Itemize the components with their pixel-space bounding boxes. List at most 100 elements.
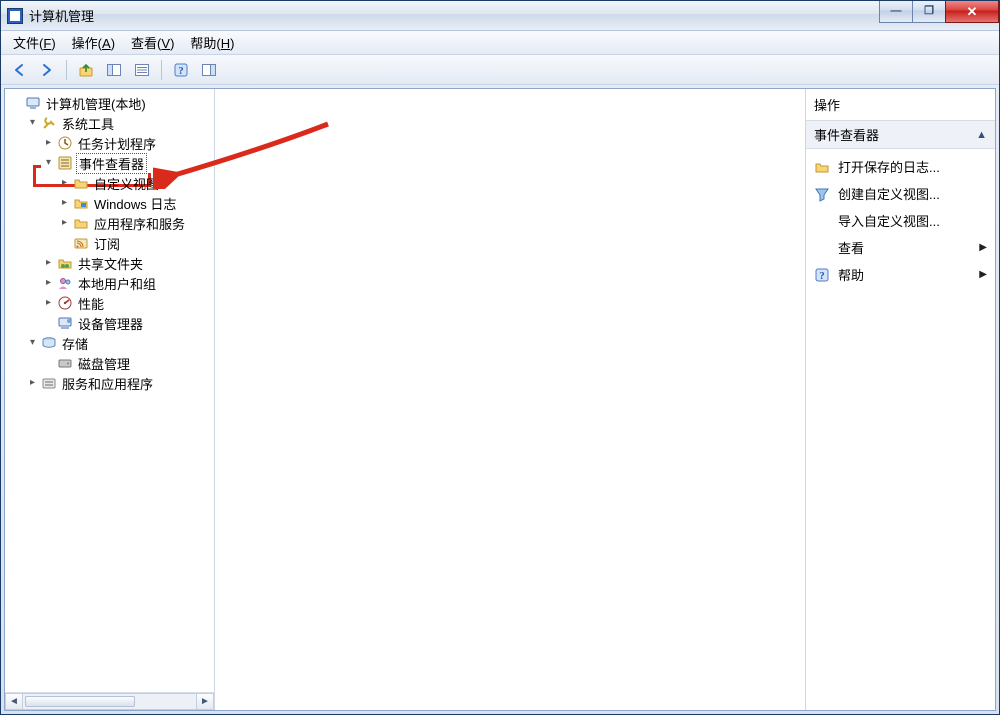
minimize-icon: — bbox=[891, 6, 902, 17]
titlebar[interactable]: 计算机管理 — ❐ ✕ bbox=[1, 1, 999, 31]
subscription-icon bbox=[73, 235, 89, 251]
menubar: 文件(F) 操作(A) 查看(V) 帮助(H) bbox=[1, 31, 999, 55]
window-controls: — ❐ ✕ bbox=[880, 1, 999, 23]
actions-section-header[interactable]: 事件查看器 ▲ bbox=[806, 121, 995, 149]
blank-icon bbox=[814, 240, 830, 256]
scroll-track[interactable] bbox=[23, 693, 196, 710]
tree-device-manager[interactable]: ▶ 设备管理器 bbox=[41, 313, 214, 333]
properties-button[interactable] bbox=[130, 58, 154, 82]
scroll-thumb[interactable] bbox=[25, 696, 135, 707]
tree-root[interactable]: ▶ 计算机管理(本地) bbox=[9, 93, 214, 113]
tree-system-tools[interactable]: ▾ 系统工具 bbox=[25, 113, 214, 133]
actions-pane: 操作 事件查看器 ▲ 打开保存的日志... 创建自定义视图... 导入自定义视图… bbox=[805, 89, 995, 710]
tree-app-service-logs[interactable]: ▸ 应用程序和服务 bbox=[57, 213, 214, 233]
help-icon: ? bbox=[173, 62, 189, 78]
close-button[interactable]: ✕ bbox=[945, 1, 999, 23]
scroll-right-button[interactable]: ► bbox=[196, 693, 214, 710]
tree-pane: ▶ 计算机管理(本地) ▾ bbox=[5, 89, 215, 710]
folder-icon bbox=[73, 215, 89, 231]
tree-storage[interactable]: ▾ 存储 bbox=[25, 333, 214, 353]
tree-disk-management[interactable]: ▶ 磁盘管理 bbox=[41, 353, 214, 373]
filter-icon bbox=[814, 186, 830, 202]
actions-section-label: 事件查看器 bbox=[814, 125, 879, 144]
window-title: 计算机管理 bbox=[29, 6, 94, 25]
svg-text:?: ? bbox=[819, 270, 825, 282]
tree-shared-folders[interactable]: ▸ 共享文件夹 bbox=[41, 253, 214, 273]
menu-action[interactable]: 操作(A) bbox=[66, 31, 121, 54]
panel-tree-icon bbox=[106, 62, 122, 78]
expander-icon[interactable]: ▾ bbox=[27, 337, 38, 348]
action-import-custom-view[interactable]: 导入自定义视图... bbox=[806, 207, 995, 234]
submenu-arrow-icon: ▶ bbox=[979, 269, 987, 280]
arrow-left-icon bbox=[11, 62, 27, 78]
expander-icon[interactable]: ▸ bbox=[59, 217, 70, 228]
expander-icon[interactable]: ▸ bbox=[43, 277, 54, 288]
arrow-right-icon bbox=[39, 62, 55, 78]
client-area: ▶ 计算机管理(本地) ▾ bbox=[4, 88, 996, 711]
expander-icon[interactable]: ▾ bbox=[43, 157, 54, 168]
event-viewer-icon bbox=[57, 155, 73, 171]
expander-icon[interactable]: ▸ bbox=[43, 257, 54, 268]
tree-task-scheduler[interactable]: ▸ 任务计划程序 bbox=[41, 133, 214, 153]
svg-text:?: ? bbox=[178, 65, 184, 77]
expander-icon[interactable]: ▸ bbox=[27, 377, 38, 388]
shared-folder-icon bbox=[57, 255, 73, 271]
action-view-submenu[interactable]: 查看 ▶ bbox=[806, 234, 995, 261]
app-window: 计算机管理 — ❐ ✕ 文件(F) 操作(A) 查看(V) 帮助(H) bbox=[0, 0, 1000, 715]
help-icon: ? bbox=[814, 267, 830, 283]
tree-horizontal-scrollbar[interactable]: ◄ ► bbox=[5, 692, 214, 710]
panel-list-icon bbox=[134, 62, 150, 78]
tree-event-viewer[interactable]: ▾ 事件查看器 bbox=[41, 153, 214, 173]
action-open-saved-log[interactable]: 打开保存的日志... bbox=[806, 153, 995, 180]
expander-icon[interactable]: ▸ bbox=[43, 297, 54, 308]
blank-icon bbox=[814, 213, 830, 229]
tree-subscriptions[interactable]: ▶ 订阅 bbox=[57, 233, 214, 253]
app-icon bbox=[7, 8, 23, 24]
up-level-button[interactable] bbox=[74, 58, 98, 82]
performance-icon bbox=[57, 295, 73, 311]
toolbar-separator bbox=[66, 60, 67, 80]
menu-help[interactable]: 帮助(H) bbox=[184, 31, 240, 54]
action-create-custom-view[interactable]: 创建自定义视图... bbox=[806, 180, 995, 207]
toolbar-separator bbox=[161, 60, 162, 80]
submenu-arrow-icon: ▶ bbox=[979, 242, 987, 253]
folder-icon bbox=[73, 175, 89, 191]
tree-windows-logs[interactable]: ▸ Windows 日志 bbox=[57, 193, 214, 213]
nav-forward-button[interactable] bbox=[35, 58, 59, 82]
open-folder-icon bbox=[814, 159, 830, 175]
nav-back-button[interactable] bbox=[7, 58, 31, 82]
tree-custom-views[interactable]: ▸ 自定义视图 bbox=[57, 173, 214, 193]
expander-icon[interactable]: ▸ bbox=[59, 177, 70, 188]
nav-tree[interactable]: ▶ 计算机管理(本地) ▾ bbox=[5, 89, 214, 692]
scroll-left-button[interactable]: ◄ bbox=[5, 693, 23, 710]
actions-pane-title: 操作 bbox=[806, 89, 995, 121]
tools-icon bbox=[41, 115, 57, 131]
windows-folder-icon bbox=[73, 195, 89, 211]
action-help[interactable]: ? 帮助 ▶ bbox=[806, 261, 995, 288]
show-actions-pane-button[interactable] bbox=[197, 58, 221, 82]
help-button[interactable]: ? bbox=[169, 58, 193, 82]
content-pane bbox=[215, 89, 805, 710]
tree-local-users[interactable]: ▸ 本地用户和组 bbox=[41, 273, 214, 293]
show-hide-tree-button[interactable] bbox=[102, 58, 126, 82]
tree-performance[interactable]: ▸ 性能 bbox=[41, 293, 214, 313]
folder-up-icon bbox=[78, 62, 94, 78]
maximize-button[interactable]: ❐ bbox=[912, 1, 946, 23]
clock-icon bbox=[57, 135, 73, 151]
toolbar: ? bbox=[1, 55, 999, 85]
menu-view[interactable]: 查看(V) bbox=[125, 31, 180, 54]
services-icon bbox=[41, 375, 57, 391]
computer-icon bbox=[25, 95, 41, 111]
maximize-icon: ❐ bbox=[924, 6, 934, 17]
menu-file[interactable]: 文件(F) bbox=[7, 31, 62, 54]
expander-icon[interactable]: ▸ bbox=[59, 197, 70, 208]
minimize-button[interactable]: — bbox=[879, 1, 913, 23]
storage-icon bbox=[41, 335, 57, 351]
panel-right-icon bbox=[201, 62, 217, 78]
tree-services-apps[interactable]: ▸ 服务和应用程序 bbox=[25, 373, 214, 393]
expander-icon[interactable]: ▸ bbox=[43, 137, 54, 148]
actions-list: 打开保存的日志... 创建自定义视图... 导入自定义视图... 查看 ▶ ? bbox=[806, 149, 995, 292]
close-icon: ✕ bbox=[967, 5, 978, 18]
expander-icon[interactable]: ▾ bbox=[27, 117, 38, 128]
collapse-icon: ▲ bbox=[976, 129, 987, 141]
